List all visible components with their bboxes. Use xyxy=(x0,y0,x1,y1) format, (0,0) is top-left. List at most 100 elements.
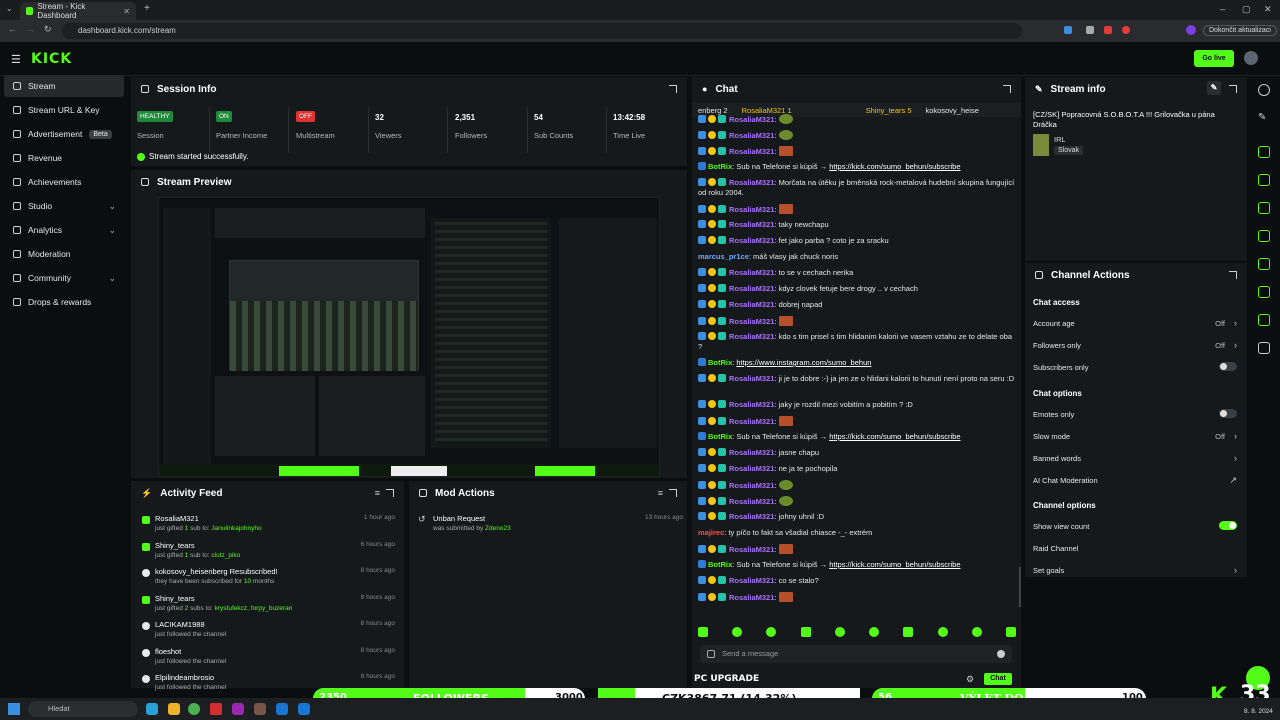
chrome-icon[interactable] xyxy=(188,703,200,715)
chat-username[interactable]: RosaliaM321 xyxy=(729,545,774,554)
sidebar-item-community[interactable]: Community ⌄ xyxy=(4,267,124,289)
emote-picker-icon[interactable] xyxy=(698,627,708,637)
popout-icon[interactable] xyxy=(1229,85,1237,93)
sidebar-item-stream-url-key[interactable]: Stream URL & Key xyxy=(4,99,124,121)
rail-bolt-icon[interactable] xyxy=(1258,174,1270,186)
taskbar-app-icon[interactable] xyxy=(254,703,266,715)
chat-message[interactable]: BotRix: Sub na Telefone si kúpiš → https… xyxy=(698,432,1016,442)
filter-icon[interactable]: ≡ xyxy=(375,488,380,498)
sidebar-item-revenue[interactable]: Revenue xyxy=(4,147,124,169)
chat-username[interactable]: RosaliaM321 xyxy=(729,593,774,602)
emote-picker-icon[interactable] xyxy=(869,627,880,637)
chat-send-button[interactable]: Chat xyxy=(984,673,1012,685)
chat-message[interactable]: BotRix: Sub na Telefone si kúpiš → https… xyxy=(698,560,1016,570)
windows-start-icon[interactable] xyxy=(8,703,20,715)
rail-chat-icon[interactable] xyxy=(1258,230,1270,242)
rail-quick-action-icon[interactable] xyxy=(1258,146,1270,158)
chat-username[interactable]: RosaliaM321 xyxy=(729,576,774,585)
activity-item[interactable]: Shiny_tears just gifted 1 sub to: clutz_p… xyxy=(131,538,399,564)
chat-message[interactable]: RosaliaM321: xyxy=(698,130,1016,141)
edit-pencil-icon[interactable]: ✎ xyxy=(1207,81,1221,95)
forward-icon[interactable]: → xyxy=(26,24,35,34)
popout-icon[interactable] xyxy=(1229,271,1237,279)
rail-stack-icon[interactable] xyxy=(1258,286,1270,298)
settings-gear-icon[interactable]: ⚙ xyxy=(966,674,974,685)
browser-tab[interactable]: Stream - Kick Dashboard ✕ xyxy=(20,2,136,20)
edit-icon[interactable]: ✎ xyxy=(1258,112,1270,124)
chat-username[interactable]: RosaliaM321 xyxy=(729,400,774,409)
taskbar-app-icon[interactable] xyxy=(232,703,244,715)
sidebar-item-moderation[interactable]: Moderation xyxy=(4,243,124,265)
chat-username[interactable]: RosaliaM321 xyxy=(729,300,774,309)
emote-picker-icon[interactable] xyxy=(1005,627,1016,637)
category-name[interactable]: IRL xyxy=(1054,135,1066,144)
taskbar-app-icon[interactable] xyxy=(298,703,310,715)
sidebar-item-advertisement[interactable]: Advertisement Beta xyxy=(4,123,124,145)
chat-message[interactable]: RosaliaM321: jasne chapu xyxy=(698,448,1016,458)
tab-list-icon[interactable]: ⌄ xyxy=(6,4,13,13)
chat-message[interactable]: RosaliaM321: xyxy=(698,146,1016,157)
chat-username[interactable]: RosaliaM321 xyxy=(729,374,774,383)
taskbar-app-icon[interactable] xyxy=(210,703,222,715)
chat-message[interactable]: marcus_pr1ce: máš vlasy jak chuck noris xyxy=(698,252,1016,262)
chat-username[interactable]: RosaliaM321 xyxy=(729,131,774,140)
taskbar-app-icon[interactable] xyxy=(146,703,158,715)
emote-picker-icon[interactable] xyxy=(800,627,811,637)
go-live-button[interactable]: Go live xyxy=(1194,50,1234,67)
chat-username[interactable]: RosaliaM321 xyxy=(729,317,774,326)
emote-picker-icon[interactable] xyxy=(903,627,914,637)
chat-username[interactable]: RosaliaM321 xyxy=(729,268,774,277)
chat-message[interactable]: RosaliaM321: to se v cechach nerika xyxy=(698,268,1016,278)
chat-message[interactable]: RosaliaM321: xyxy=(698,416,1016,427)
update-button[interactable]: Dokončit aktualizaci xyxy=(1203,25,1277,36)
emote-picker-icon[interactable] xyxy=(834,627,845,637)
mod-action-row[interactable]: ↺ Unban Request was submitted by Zdeno23… xyxy=(409,511,683,537)
user-avatar[interactable] xyxy=(1244,51,1258,65)
chat-link[interactable]: https://kick.com/sumo_behun/subscribe xyxy=(829,162,960,171)
chat-message[interactable]: RosaliaM321: dobrej napad xyxy=(698,300,1016,310)
chat-username[interactable]: marcus_pr1ce xyxy=(698,252,749,261)
chat-message[interactable]: RosaliaM321: fet jako parba ? coto je za… xyxy=(698,236,1016,246)
chat-message[interactable]: RosaliaM321: jaky je rozdil mezi vobitím… xyxy=(698,400,1016,410)
sidebar-item-stream[interactable]: Stream xyxy=(4,75,124,97)
chat-message[interactable]: RosaliaM321: xyxy=(698,114,1016,125)
activity-item[interactable]: floeshot just followed the channel 8 hours… xyxy=(131,644,399,670)
chat-message[interactable]: RosaliaM321: Morčata na útěku je brněnsk… xyxy=(698,178,1016,198)
chat-message[interactable]: RosaliaM321: johny uhnil :D xyxy=(698,512,1016,522)
chat-username[interactable]: RosaliaM321 xyxy=(729,512,774,521)
chat-scrollbar[interactable] xyxy=(1019,567,1021,607)
activity-item[interactable]: Shiny_tears just gifted 2 subs to: krystu… xyxy=(131,591,399,617)
folder-icon[interactable] xyxy=(168,703,180,715)
activity-item[interactable]: kokosovy_heisenberg Resubscribed! they ha… xyxy=(131,564,399,590)
info-icon[interactable] xyxy=(1258,84,1270,96)
chat-message[interactable]: RosaliaM321: xyxy=(698,204,1016,215)
chat-username[interactable]: RosaliaM321 xyxy=(729,448,774,457)
minimize-icon[interactable]: – xyxy=(1220,4,1225,14)
chat-username[interactable]: BotRix xyxy=(708,560,732,569)
chat-message[interactable]: RosaliaM321: xyxy=(698,496,1016,507)
chat-message[interactable]: RosaliaM321: co se stalo? xyxy=(698,576,1016,586)
rail-list-icon[interactable] xyxy=(1258,202,1270,214)
reload-icon[interactable]: ↻ xyxy=(44,24,52,35)
rail-wrench-icon[interactable] xyxy=(1258,314,1270,326)
extension-icon[interactable] xyxy=(1104,26,1112,34)
chat-message[interactable]: BotRix: https://www.instagram.com/sumo_b… xyxy=(698,358,1016,368)
chat-username[interactable]: BotRix xyxy=(708,432,732,441)
chat-message[interactable]: BotRix: Sub na Telefone si kúpiš → https… xyxy=(698,162,1016,172)
chat-username[interactable]: RosaliaM321 xyxy=(729,236,774,245)
close-tab-icon[interactable]: ✕ xyxy=(123,7,130,16)
chat-username[interactable]: RosaliaM321 xyxy=(729,205,774,214)
chat-message[interactable]: RosaliaM321: taky newchapu xyxy=(698,220,1016,230)
followers-only-row[interactable]: Followers only Off › xyxy=(1033,340,1239,359)
emoji-icon[interactable] xyxy=(997,650,1005,658)
popout-icon[interactable] xyxy=(386,489,394,497)
sidebar-item-analytics[interactable]: Analytics ⌄ xyxy=(4,219,124,241)
chat-message[interactable]: RosaliaM321: ne ja te pochopila xyxy=(698,464,1016,474)
chat-username[interactable]: RosaliaM321 xyxy=(729,178,774,187)
chat-message[interactable]: majirec: ty píčo to fakt sa všadial chia… xyxy=(698,528,1016,538)
popout-icon[interactable] xyxy=(1003,85,1011,93)
chat-link[interactable]: https://kick.com/sumo_behun/subscribe xyxy=(829,432,960,441)
chat-username[interactable]: RosaliaM321 xyxy=(729,220,774,229)
chat-message[interactable]: RosaliaM321: kdyz clovek fetuje bere dro… xyxy=(698,284,1016,294)
popout-icon[interactable] xyxy=(669,85,677,93)
